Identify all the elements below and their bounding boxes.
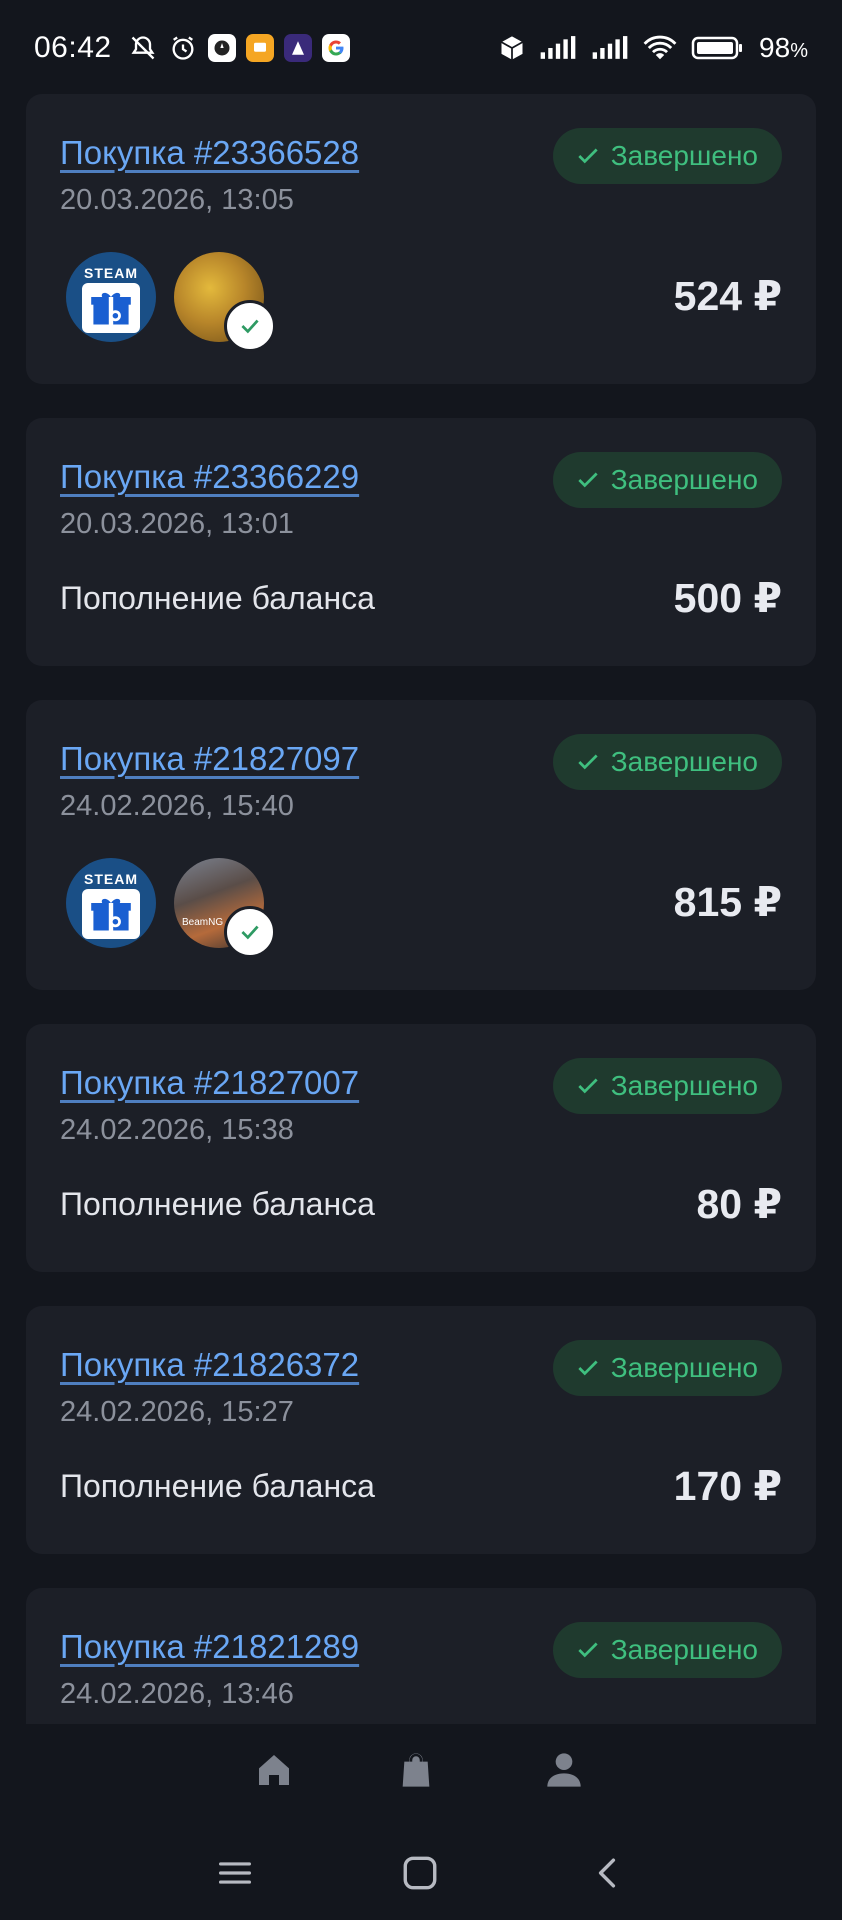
topup-label: Пополнение баланса	[60, 1186, 375, 1222]
order-card[interactable]: Покупка #21821289 24.02.2026, 13:46 Заве…	[26, 1588, 816, 1724]
home-tab[interactable]	[244, 1740, 304, 1800]
gift-icon	[82, 283, 140, 333]
status-label: Завершено	[610, 1352, 758, 1383]
order-amount: 815 ₽	[673, 879, 782, 925]
order-link[interactable]: Покупка #23366229	[60, 458, 359, 496]
order-date: 24.02.2026, 15:27	[60, 1396, 294, 1428]
steam-gift-thumbnail[interactable]: STEAM	[66, 858, 156, 948]
status-badge: Завершено	[552, 1340, 782, 1396]
signal-icon	[537, 33, 579, 63]
status-label: Завершено	[610, 746, 758, 777]
status-badge: Завершено	[552, 452, 782, 508]
order-card[interactable]: Покупка #21827097 24.02.2026, 15:40 Заве…	[26, 700, 816, 990]
status-label: Завершено	[610, 1634, 758, 1665]
game-thumbnail[interactable]	[174, 252, 276, 352]
order-link[interactable]: Покупка #21827097	[60, 740, 359, 778]
system-navigation-bar	[0, 1820, 842, 1920]
order-link[interactable]: Покупка #21826372	[60, 1346, 359, 1384]
game-thumbnail[interactable]: BeamNG	[174, 858, 276, 958]
order-date: 24.02.2026, 15:38	[60, 1114, 294, 1146]
clock: 06:42	[34, 31, 112, 64]
status-badge: Завершено	[552, 1622, 782, 1678]
bottom-tab-bar	[0, 1720, 842, 1820]
check-icon	[578, 148, 598, 164]
google-icon	[321, 34, 350, 62]
check-icon	[224, 906, 276, 958]
check-icon	[578, 1360, 598, 1376]
status-label: Завершено	[610, 1070, 758, 1101]
order-date: 24.02.2026, 15:40	[60, 790, 294, 822]
order-items: STEAM BeamNG	[66, 858, 276, 958]
signal-icon	[589, 33, 631, 63]
status-bar: 06:42 98%	[0, 0, 842, 96]
check-icon	[578, 472, 598, 488]
check-icon	[224, 300, 276, 352]
order-card[interactable]: Покупка #23366229 20.03.2026, 13:01 Заве…	[26, 418, 816, 666]
check-icon	[578, 1642, 598, 1658]
order-amount: 170 ₽	[673, 1463, 782, 1509]
order-card[interactable]: Покупка #21826372 24.02.2026, 15:27 Заве…	[26, 1306, 816, 1554]
shopping-bag-icon	[402, 1753, 430, 1787]
back-icon	[598, 1858, 616, 1888]
profile-tab[interactable]	[534, 1740, 594, 1800]
check-icon	[578, 754, 598, 770]
status-label: Завершено	[610, 140, 758, 171]
order-date: 20.03.2026, 13:01	[60, 508, 294, 540]
wifi-icon	[641, 33, 679, 63]
menu-button[interactable]	[210, 1848, 260, 1898]
steam-gift-thumbnail[interactable]: STEAM	[66, 252, 156, 342]
orders-tab[interactable]	[386, 1740, 446, 1800]
steam-label: STEAM	[84, 265, 138, 281]
steam-label: STEAM	[84, 871, 138, 887]
cube-icon	[497, 33, 527, 63]
order-link[interactable]: Покупка #23366528	[60, 134, 359, 172]
home-button[interactable]	[395, 1848, 445, 1898]
status-badge: Завершено	[552, 734, 782, 790]
order-items: STEAM	[66, 252, 276, 352]
status-label: Завершено	[610, 464, 758, 495]
alarm-icon	[168, 33, 198, 63]
notifications-muted-icon	[128, 33, 158, 63]
app-icon	[245, 34, 274, 62]
app-icon	[283, 34, 312, 62]
order-amount: 80 ₽	[696, 1181, 782, 1227]
order-amount: 524 ₽	[673, 273, 782, 319]
battery-level: 98%	[759, 32, 808, 63]
topup-label: Пополнение баланса	[60, 580, 375, 616]
menu-icon	[219, 1862, 251, 1884]
orders-list[interactable]: Покупка #23366528 20.03.2026, 13:05 Заве…	[26, 94, 816, 1724]
battery-icon	[689, 33, 745, 63]
status-badge: Завершено	[552, 128, 782, 184]
home-icon	[259, 1755, 289, 1785]
home-square-icon	[403, 1856, 437, 1890]
order-link[interactable]: Покупка #21827007	[60, 1064, 359, 1102]
order-card[interactable]: Покупка #23366528 20.03.2026, 13:05 Заве…	[26, 94, 816, 384]
gift-icon	[82, 889, 140, 939]
order-card[interactable]: Покупка #21827007 24.02.2026, 15:38 Заве…	[26, 1024, 816, 1272]
app-icon	[207, 34, 236, 62]
order-amount: 500 ₽	[673, 575, 782, 621]
check-icon	[578, 1078, 598, 1094]
order-date: 20.03.2026, 13:05	[60, 184, 294, 216]
back-button[interactable]	[582, 1848, 632, 1898]
order-date: 24.02.2026, 13:46	[60, 1678, 294, 1710]
status-badge: Завершено	[552, 1058, 782, 1114]
game-logo-text: BeamNG	[182, 917, 224, 928]
order-link[interactable]: Покупка #21821289	[60, 1628, 359, 1666]
profile-icon	[547, 1753, 581, 1787]
topup-label: Пополнение баланса	[60, 1468, 375, 1504]
